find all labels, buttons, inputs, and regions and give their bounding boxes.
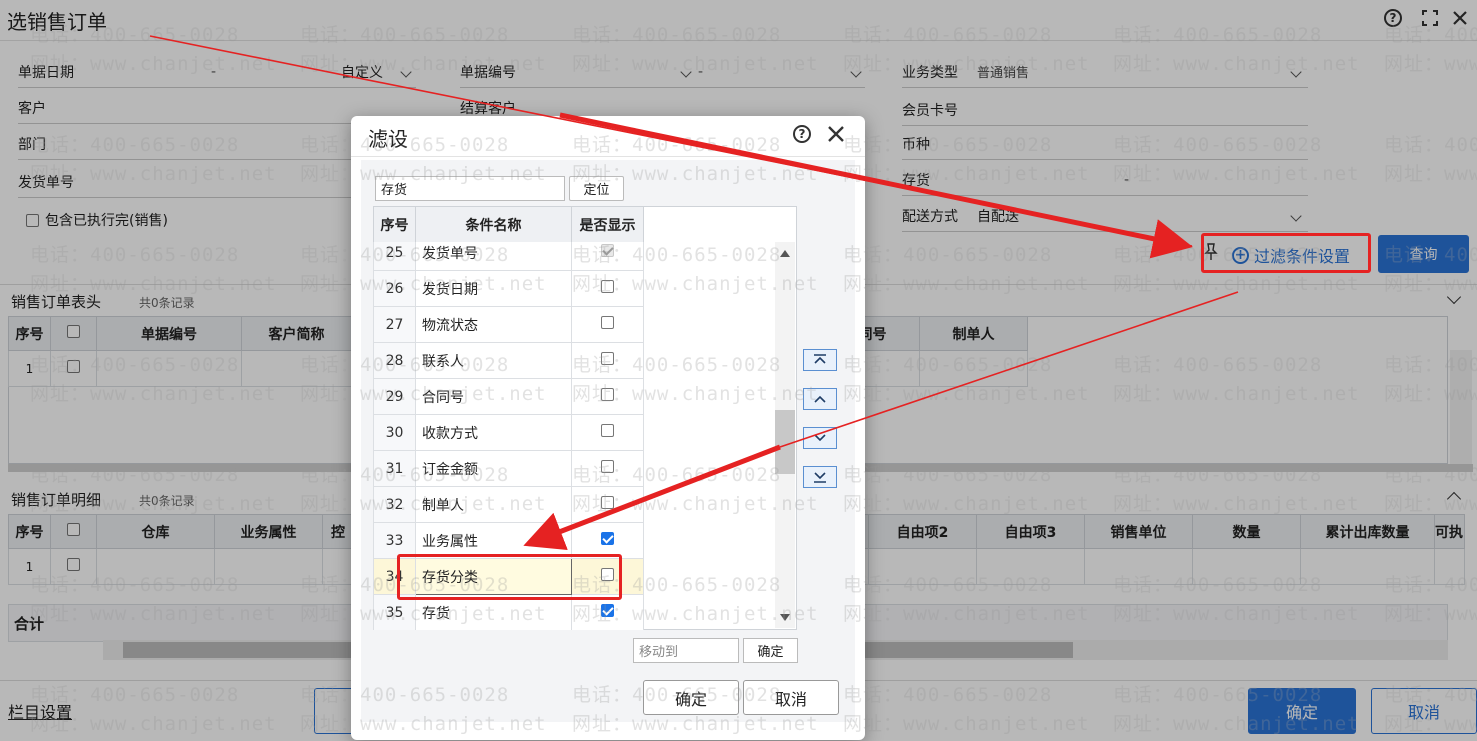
annotation-arrow bbox=[779, 291, 1239, 448]
annotation-arrows bbox=[149, 35, 1239, 551]
annotation-arrow bbox=[559, 112, 1193, 259]
annotation-arrow bbox=[523, 444, 781, 551]
